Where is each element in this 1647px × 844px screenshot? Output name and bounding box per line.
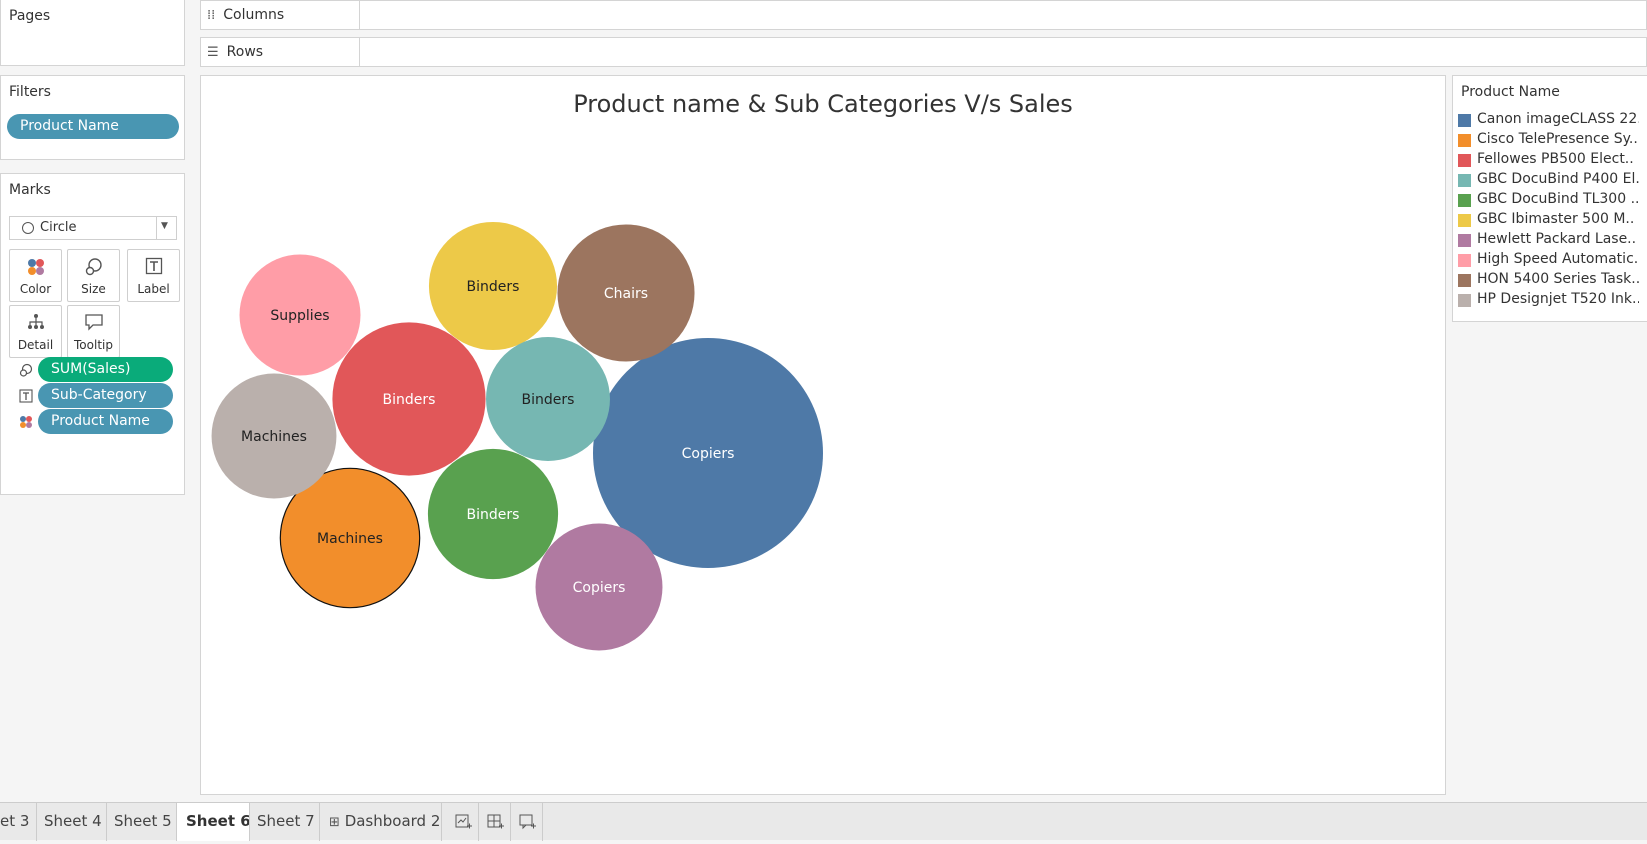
columns-shelf-label: ⁞⁞ Columns: [207, 7, 284, 23]
tab-dashboard-2-label: Dashboard 2: [344, 812, 441, 830]
legend-swatch: [1458, 294, 1471, 307]
mark-type-label: Circle: [40, 220, 77, 235]
tab-sheet-6[interactable]: Sheet 6: [177, 803, 250, 841]
color-button-label: Color: [19, 282, 52, 296]
detail-icon: [10, 312, 61, 334]
new-dashboard-icon[interactable]: [479, 803, 511, 841]
filter-pill-product-name[interactable]: Product Name: [7, 114, 179, 139]
legend-swatch: [1458, 174, 1471, 187]
field-pill-sum-sales[interactable]: SUM(Sales): [38, 357, 173, 382]
tab-sheet-5[interactable]: Sheet 5: [107, 803, 177, 841]
filters-panel: Filters Product Name: [0, 75, 185, 160]
tooltip-button[interactable]: Tooltip: [67, 305, 120, 358]
new-story-icon[interactable]: [511, 803, 543, 841]
shelf-divider: [359, 1, 360, 29]
label-button-label: Label: [137, 282, 170, 296]
rows-label: Rows: [226, 44, 264, 60]
legend-swatch: [1458, 134, 1471, 147]
bubble-label: Machines: [317, 531, 383, 547]
legend-swatch: [1458, 154, 1471, 167]
detail-button[interactable]: Detail: [9, 305, 62, 358]
legend-swatch: [1458, 274, 1471, 287]
tab-sheet-4[interactable]: Sheet 4: [37, 803, 107, 841]
columns-shelf[interactable]: ⁞⁞ Columns: [200, 0, 1647, 30]
sheet-tab-bar: et 3 Sheet 4 Sheet 5 Sheet 6 Sheet 7 ⊞ D…: [0, 802, 1647, 841]
bubble-label: Binders: [383, 392, 436, 408]
legend-label: GBC Ibimaster 500 M..: [1477, 211, 1635, 227]
size-button[interactable]: Size: [67, 249, 120, 302]
size-field-icon: [19, 362, 33, 381]
color-field-icon: [19, 414, 33, 433]
bubble-label: Supplies: [270, 308, 329, 324]
label-icon: [128, 256, 179, 278]
dropdown-divider: [156, 217, 157, 239]
legend-label: High Speed Automatic..: [1477, 251, 1639, 267]
bubble-label: Binders: [522, 392, 575, 408]
legend-label: Cisco TelePresence Sy..: [1477, 131, 1638, 147]
size-button-label: Size: [81, 282, 106, 296]
legend-panel: Product Name Canon imageCLASS 22.. Cisco …: [1452, 75, 1647, 322]
new-worksheet-icon[interactable]: [447, 803, 479, 841]
rows-icon: ☰: [207, 45, 219, 60]
bubble-label: Binders: [467, 279, 520, 295]
legend-label: GBC DocuBind TL300 ..: [1477, 191, 1639, 207]
filters-title: Filters: [9, 84, 51, 100]
legend-label: HON 5400 Series Task..: [1477, 271, 1639, 287]
field-pill-product-name[interactable]: Product Name: [38, 409, 173, 434]
bubble-label: Machines: [241, 429, 307, 445]
legend-label: Canon imageCLASS 22..: [1477, 111, 1639, 127]
chart-canvas[interactable]: Product name & Sub Categories V/s Sales …: [200, 75, 1446, 795]
marks-title: Marks: [9, 182, 51, 198]
mark-type-dropdown[interactable]: Circle ▼: [9, 216, 177, 240]
legend-label: HP Designjet T520 Ink..: [1477, 291, 1639, 307]
bubble-label: Chairs: [604, 286, 648, 302]
label-field-icon: [19, 388, 33, 407]
legend-title: Product Name: [1461, 84, 1560, 100]
legend-label: GBC DocuBind P400 El..: [1477, 171, 1639, 187]
legend-label: Hewlett Packard Lase..: [1477, 231, 1637, 247]
circle-icon: [22, 222, 34, 234]
rows-shelf[interactable]: ☰ Rows: [200, 37, 1647, 67]
pages-title: Pages: [9, 8, 51, 24]
chevron-down-icon: ▼: [161, 221, 168, 231]
bubble-label: Copiers: [682, 446, 735, 462]
legend-label: Fellowes PB500 Elect..: [1477, 151, 1634, 167]
tab-dashboard-2[interactable]: ⊞ Dashboard 2: [320, 803, 442, 841]
field-pill-sub-category[interactable]: Sub-Category: [38, 383, 173, 408]
size-icon: [68, 256, 119, 278]
legend-swatch: [1458, 234, 1471, 247]
bubble-label: Binders: [467, 507, 520, 523]
dashboard-icon: ⊞: [329, 815, 340, 830]
legend-swatch: [1458, 114, 1471, 127]
detail-button-label: Detail: [17, 338, 54, 352]
rows-shelf-label: ☰ Rows: [207, 44, 263, 60]
left-pane-empty: [0, 496, 185, 802]
legend-swatch: [1458, 214, 1471, 227]
marks-panel: Marks Circle ▼ Color Size Label Detail T…: [0, 173, 185, 495]
bubble-chart: Copiers Binders Chairs Machines Binders Binde…: [211, 221, 823, 651]
legend-swatch: [1458, 254, 1471, 267]
label-button[interactable]: Label: [127, 249, 180, 302]
tab-sheet-7[interactable]: Sheet 7: [250, 803, 320, 841]
color-icon: [10, 256, 61, 278]
tooltip-button-label: Tooltip: [74, 338, 113, 352]
legend-swatch: [1458, 194, 1471, 207]
bubble-label: Copiers: [573, 580, 626, 596]
columns-icon: ⁞⁞: [207, 8, 216, 23]
pages-panel: Pages: [0, 0, 185, 66]
shelf-divider: [359, 38, 360, 66]
color-button[interactable]: Color: [9, 249, 62, 302]
tooltip-icon: [68, 312, 119, 334]
tab-sheet-3[interactable]: et 3: [0, 803, 37, 841]
columns-label: Columns: [223, 7, 285, 23]
